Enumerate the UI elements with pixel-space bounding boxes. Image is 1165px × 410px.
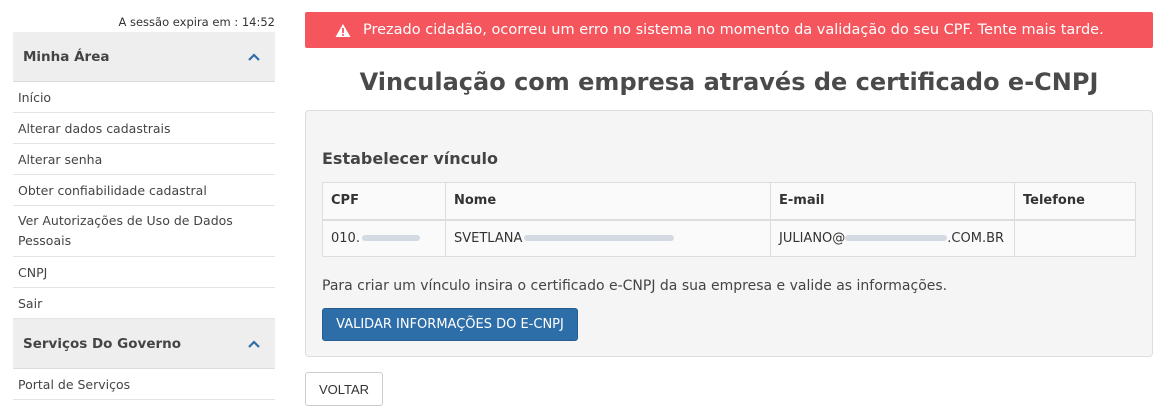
table-row: 010. SVETLANA JULIANO@ .COM.BR bbox=[322, 219, 1136, 257]
cpf-value: 010. bbox=[331, 230, 360, 246]
chevron-up-icon[interactable] bbox=[247, 52, 261, 62]
validate-ecnpj-button[interactable]: VALIDAR INFORMAÇÕES DO E-CNPJ bbox=[322, 308, 578, 341]
cell-telefone bbox=[1014, 219, 1136, 257]
page-title: Vinculação com empresa através de certif… bbox=[359, 68, 1099, 96]
alert-text: Prezado cidadão, ocorreu um erro no sist… bbox=[363, 22, 1104, 38]
sidebar-item-cnpj[interactable]: CNPJ bbox=[13, 257, 275, 288]
redacted-text bbox=[524, 235, 675, 242]
sidebar-item-alterar-senha[interactable]: Alterar senha bbox=[13, 144, 275, 175]
column-header-telefone: Telefone bbox=[1014, 182, 1136, 221]
column-header-cpf: CPF bbox=[322, 182, 446, 221]
redacted-text bbox=[361, 235, 420, 242]
warning-icon bbox=[335, 23, 351, 38]
section-header-minha-area[interactable]: Minha Área bbox=[13, 32, 275, 82]
session-timer: A sessão expira em : 14:52 bbox=[118, 15, 275, 29]
sidebar-item-autorizacoes[interactable]: Ver Autorizações de Uso de Dados Pessoai… bbox=[13, 206, 275, 257]
email-suffix: .COM.BR bbox=[947, 230, 1005, 246]
sidebar-item-inicio[interactable]: Início bbox=[13, 82, 275, 113]
column-header-email: E-mail bbox=[770, 182, 1015, 221]
sidebar-item-alterar-dados[interactable]: Alterar dados cadastrais bbox=[13, 113, 275, 144]
nome-value: SVETLANA bbox=[454, 230, 523, 246]
panel-subtitle: Estabelecer vínculo bbox=[322, 149, 498, 168]
section-header-servicos[interactable]: Serviços Do Governo bbox=[13, 319, 275, 369]
vinculo-table: CPF Nome E-mail Telefone 010. SVETLANA J… bbox=[322, 182, 1136, 257]
table-header-row: CPF Nome E-mail Telefone bbox=[322, 182, 1136, 221]
sidebar-item-confiabilidade[interactable]: Obter confiabilidade cadastral bbox=[13, 175, 275, 206]
chevron-up-icon[interactable] bbox=[247, 339, 261, 349]
redacted-text bbox=[845, 235, 948, 242]
back-button[interactable]: VOLTAR bbox=[305, 372, 383, 406]
section-title: Serviços Do Governo bbox=[23, 335, 182, 352]
instruction-text: Para criar um vínculo insira o certifica… bbox=[322, 278, 948, 294]
email-prefix: JULIANO@ bbox=[779, 230, 846, 246]
vinculo-panel: Estabelecer vínculo CPF Nome E-mail Tele… bbox=[305, 110, 1153, 357]
sidebar-item-sair[interactable]: Sair bbox=[13, 288, 275, 319]
column-header-nome: Nome bbox=[445, 182, 771, 221]
cell-nome: SVETLANA bbox=[445, 219, 771, 257]
section-title: Minha Área bbox=[23, 48, 110, 65]
error-alert: Prezado cidadão, ocorreu um erro no sist… bbox=[305, 12, 1153, 48]
cell-email: JULIANO@ .COM.BR bbox=[770, 219, 1015, 257]
sidebar-item-portal-servicos[interactable]: Portal de Serviços bbox=[13, 369, 275, 400]
sidebar: A sessão expira em : 14:52 Minha Área In… bbox=[13, 0, 275, 400]
cell-cpf: 010. bbox=[322, 219, 446, 257]
